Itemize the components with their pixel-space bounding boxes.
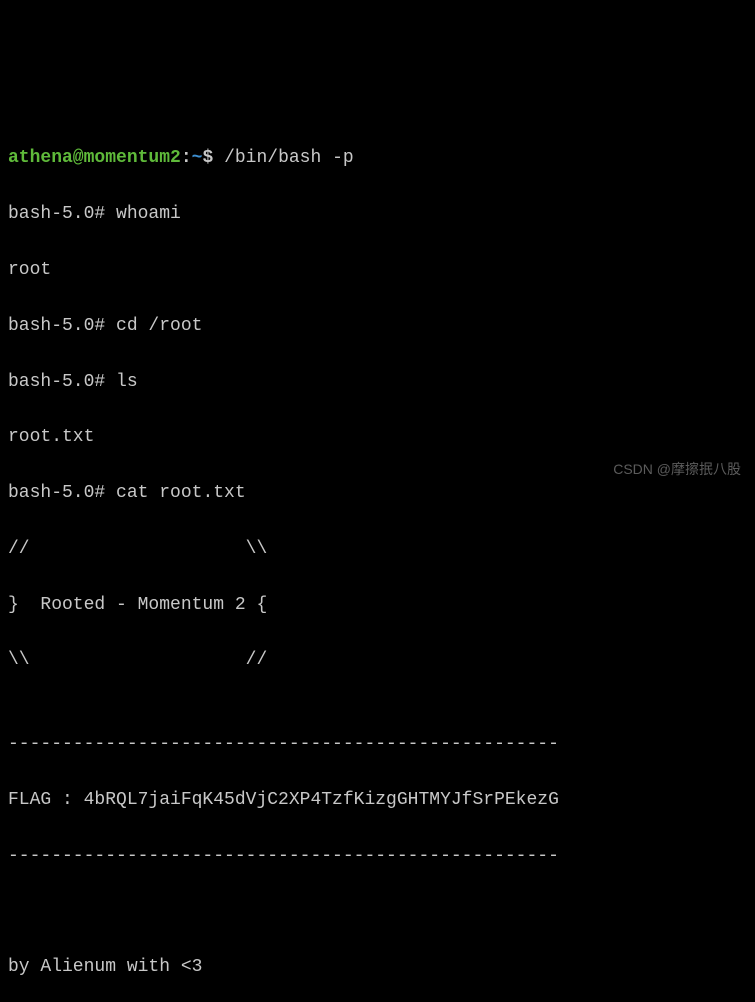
user-host: athena@momentum2 — [8, 148, 181, 168]
terminal-line: bash-5.0# whoami — [8, 201, 747, 229]
terminal-line: ----------------------------------------… — [8, 843, 747, 871]
terminal-line: by Alienum with <3 — [8, 954, 747, 982]
command-text: /bin/bash -p — [213, 148, 353, 168]
terminal-line: FLAG : 4bRQL7jaiFqK45dVjC2XP4TzfKizgGHTM… — [8, 787, 747, 815]
cwd-path: ~ — [192, 148, 203, 168]
terminal-line: bash-5.0# cat root.txt — [8, 480, 747, 508]
terminal-output: athena@momentum2:~$ /bin/bash -p bash-5.… — [8, 118, 747, 1002]
terminal-line: ----------------------------------------… — [8, 731, 747, 759]
flag-line: FLAG : 4bRQL7jaiFqK45dVjC2XP4TzfKizgGHTM… — [8, 790, 559, 810]
terminal-line: \\ // — [8, 647, 747, 675]
terminal-line: bash-5.0# ls — [8, 369, 747, 397]
command-text: whoami — [116, 204, 181, 224]
terminal-line: root — [8, 257, 747, 285]
command-text: ls — [116, 372, 138, 392]
terminal-line: // \\ — [8, 536, 747, 564]
prompt-line: athena@momentum2:~$ /bin/bash -p — [8, 145, 747, 173]
terminal-line: bash-5.0# cd /root — [8, 313, 747, 341]
command-text: cd /root — [116, 316, 202, 336]
command-text: cat root.txt — [116, 483, 246, 503]
watermark-text: CSDN @摩擦抿八股 — [613, 459, 741, 481]
terminal-line: root.txt — [8, 424, 747, 452]
terminal-line: } Rooted - Momentum 2 { — [8, 592, 747, 620]
